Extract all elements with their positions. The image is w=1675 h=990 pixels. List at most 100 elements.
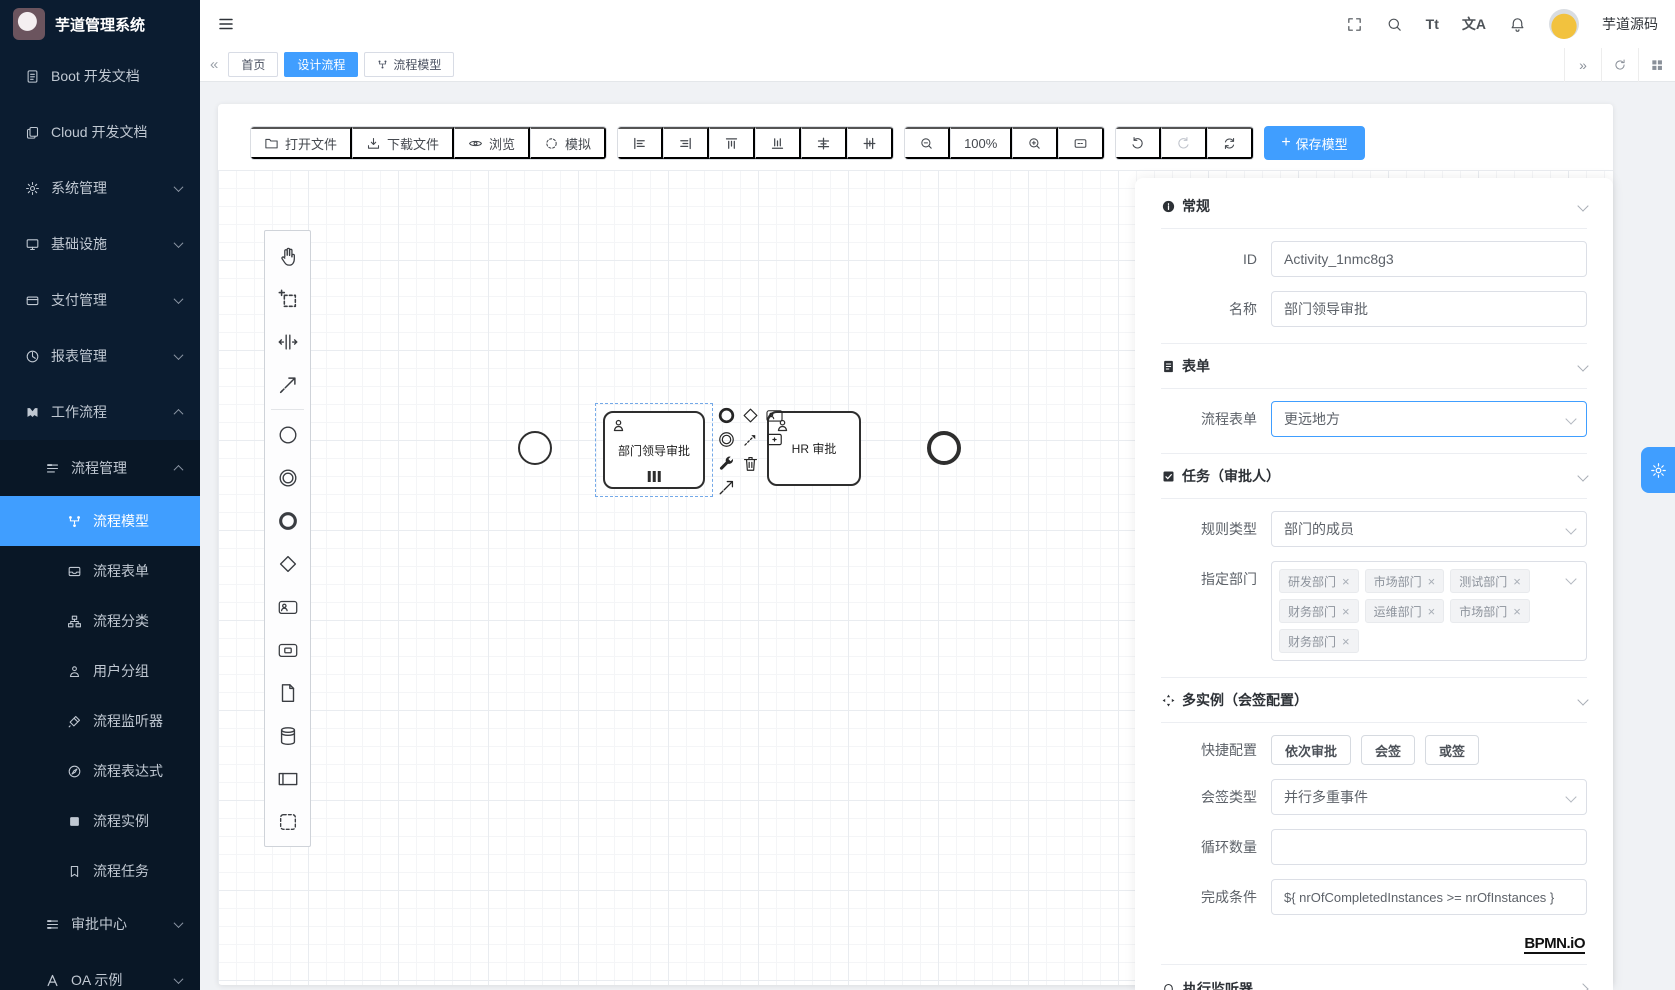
open-file-button[interactable]: 打开文件 bbox=[251, 127, 352, 159]
completion-condition-input[interactable]: ${ nrOfCompletedInstances >= nrOfInstanc… bbox=[1271, 879, 1587, 915]
sidebar-item-instance[interactable]: 流程实例 bbox=[0, 796, 200, 846]
tag-close-icon[interactable]: × bbox=[1513, 575, 1521, 588]
palette-group[interactable] bbox=[265, 800, 310, 843]
sidebar-item-manage[interactable]: 流程管理 bbox=[0, 440, 200, 496]
palette-participant[interactable] bbox=[265, 757, 310, 800]
ctx-delete-icon[interactable] bbox=[739, 452, 762, 475]
rule-type-select[interactable]: 部门的成员 bbox=[1271, 511, 1587, 547]
section-task-assignee[interactable]: 任务（审批人） bbox=[1161, 454, 1587, 498]
notification-bell-icon[interactable] bbox=[1509, 16, 1526, 33]
sidebar-item-monitor[interactable]: 基础设施 bbox=[0, 216, 200, 272]
user-task-node-selected[interactable]: 部门领导审批 bbox=[603, 411, 705, 489]
undo-button[interactable] bbox=[1116, 127, 1161, 159]
align-right-button[interactable] bbox=[663, 127, 709, 159]
tag-close-icon[interactable]: × bbox=[1428, 575, 1436, 588]
process-form-select[interactable]: 更远地方 bbox=[1271, 401, 1587, 437]
section-form[interactable]: 表单 bbox=[1161, 344, 1587, 388]
sidebar-item-report[interactable]: 报表管理 bbox=[0, 328, 200, 384]
zoom-in-button[interactable] bbox=[1012, 127, 1058, 159]
palette-data-store[interactable] bbox=[265, 714, 310, 757]
ctx-append-subprocess-icon[interactable] bbox=[763, 428, 786, 451]
align-center-v-button[interactable] bbox=[847, 127, 893, 159]
user-avatar[interactable] bbox=[1549, 9, 1579, 39]
ctx-append-gateway-icon[interactable] bbox=[739, 404, 762, 427]
section-multi-instance[interactable]: 多实例（会签配置） bbox=[1161, 678, 1587, 722]
section-general[interactable]: 常规 bbox=[1161, 184, 1587, 228]
palette-data-object[interactable] bbox=[265, 671, 310, 714]
ctx-change-type-icon[interactable] bbox=[715, 452, 738, 475]
quick-config-button[interactable]: 会签 bbox=[1361, 735, 1415, 765]
tab-design-process[interactable]: 设计流程 bbox=[284, 52, 358, 77]
tab-home[interactable]: 首页 bbox=[228, 52, 278, 77]
palette-space-tool[interactable] bbox=[265, 320, 310, 363]
quick-config-button[interactable]: 或签 bbox=[1425, 735, 1479, 765]
sidebar-item-listener[interactable]: 流程监听器 bbox=[0, 696, 200, 746]
restart-button[interactable] bbox=[1207, 127, 1253, 159]
reset-view-button[interactable] bbox=[1058, 127, 1104, 159]
save-model-button[interactable]: +保存模型 bbox=[1264, 126, 1364, 160]
bpmn-io-watermark[interactable]: BPMN.iO bbox=[1524, 935, 1585, 954]
palette-intermediate-event[interactable] bbox=[265, 456, 310, 499]
tag-close-icon[interactable]: × bbox=[1342, 575, 1350, 588]
sidebar-item-task[interactable]: 流程任务 bbox=[0, 846, 200, 896]
sidebar-item-approve[interactable]: 审批中心 bbox=[0, 896, 200, 952]
palette-gateway[interactable] bbox=[265, 542, 310, 585]
sidebar-item-pay[interactable]: 支付管理 bbox=[0, 272, 200, 328]
tabs-scroll-right-icon[interactable]: » bbox=[1564, 48, 1601, 82]
chevron-down-icon[interactable] bbox=[1577, 200, 1588, 211]
sign-type-select[interactable]: 并行多重事件 bbox=[1271, 779, 1587, 815]
fullscreen-icon[interactable] bbox=[1346, 16, 1363, 33]
language-icon[interactable]: 文A bbox=[1462, 14, 1486, 34]
search-icon[interactable] bbox=[1386, 16, 1403, 33]
sidebar-item-oa[interactable]: OA 示例 bbox=[0, 952, 200, 990]
font-size-icon[interactable]: Tt bbox=[1426, 16, 1439, 32]
sidebar-item-usergroup[interactable]: 用户分组 bbox=[0, 646, 200, 696]
sidebar-item-workflow[interactable]: 工作流程 bbox=[0, 384, 200, 440]
menu-toggle-icon[interactable] bbox=[217, 15, 235, 33]
username[interactable]: 芋道源码 bbox=[1602, 14, 1658, 34]
ctx-connect-icon[interactable] bbox=[715, 476, 738, 499]
redo-button[interactable] bbox=[1161, 127, 1207, 159]
chevron-right-icon[interactable] bbox=[1577, 983, 1588, 990]
tab-process-model[interactable]: 流程模型 bbox=[364, 52, 454, 77]
palette-global-connect-tool[interactable] bbox=[265, 363, 310, 406]
sidebar-item-doc[interactable]: Boot 开发文档 bbox=[0, 48, 200, 104]
settings-gear-button[interactable] bbox=[1641, 447, 1675, 493]
align-left-button[interactable] bbox=[618, 127, 663, 159]
simulate-button[interactable]: 模拟 bbox=[530, 127, 606, 159]
palette-task[interactable] bbox=[265, 628, 310, 671]
sidebar-item-copy[interactable]: Cloud 开发文档 bbox=[0, 104, 200, 160]
chevron-down-icon[interactable] bbox=[1577, 360, 1588, 371]
ctx-append-task-icon[interactable] bbox=[763, 404, 786, 427]
align-center-h-button[interactable] bbox=[801, 127, 847, 159]
tag-close-icon[interactable]: × bbox=[1428, 605, 1436, 618]
align-top-button[interactable] bbox=[709, 127, 755, 159]
chevron-down-icon[interactable] bbox=[1577, 694, 1588, 705]
palette-hand-tool[interactable] bbox=[265, 234, 310, 277]
tag-close-icon[interactable]: × bbox=[1513, 605, 1521, 618]
zoom-out-button[interactable] bbox=[905, 127, 950, 159]
ctx-append-text-annotation-icon[interactable] bbox=[739, 428, 762, 451]
align-bottom-button[interactable] bbox=[755, 127, 801, 159]
sidebar-item-model[interactable]: 流程模型 bbox=[0, 496, 200, 546]
sidebar-item-form[interactable]: 流程表单 bbox=[0, 546, 200, 596]
name-input[interactable]: 部门领导审批 bbox=[1271, 291, 1587, 327]
sidebar-item-gear[interactable]: 系统管理 bbox=[0, 160, 200, 216]
ctx-append-end-event-icon[interactable] bbox=[715, 404, 738, 427]
id-input[interactable]: Activity_1nmc8g3 bbox=[1271, 241, 1587, 277]
assigned-dept-multiselect[interactable]: 研发部门×市场部门×测试部门×财务部门×运维部门×市场部门×财务部门× bbox=[1271, 561, 1587, 661]
palette-start-event[interactable] bbox=[265, 413, 310, 456]
tag-close-icon[interactable]: × bbox=[1342, 605, 1350, 618]
sidebar-item-expression[interactable]: 流程表达式 bbox=[0, 746, 200, 796]
tabs-scroll-left-icon[interactable]: « bbox=[210, 56, 218, 73]
sidebar-item-category[interactable]: 流程分类 bbox=[0, 596, 200, 646]
section-execution-listener[interactable]: 执行监听器 bbox=[1161, 965, 1587, 990]
palette-lasso-tool[interactable] bbox=[265, 277, 310, 320]
chevron-down-icon[interactable] bbox=[1577, 470, 1588, 481]
download-file-button[interactable]: 下载文件 bbox=[352, 127, 454, 159]
layout-grid-icon[interactable] bbox=[1638, 48, 1675, 82]
tag-close-icon[interactable]: × bbox=[1342, 635, 1350, 648]
loop-count-input[interactable] bbox=[1271, 829, 1587, 865]
ctx-append-intermediate-event-icon[interactable] bbox=[715, 428, 738, 451]
preview-button[interactable]: 浏览 bbox=[454, 127, 530, 159]
